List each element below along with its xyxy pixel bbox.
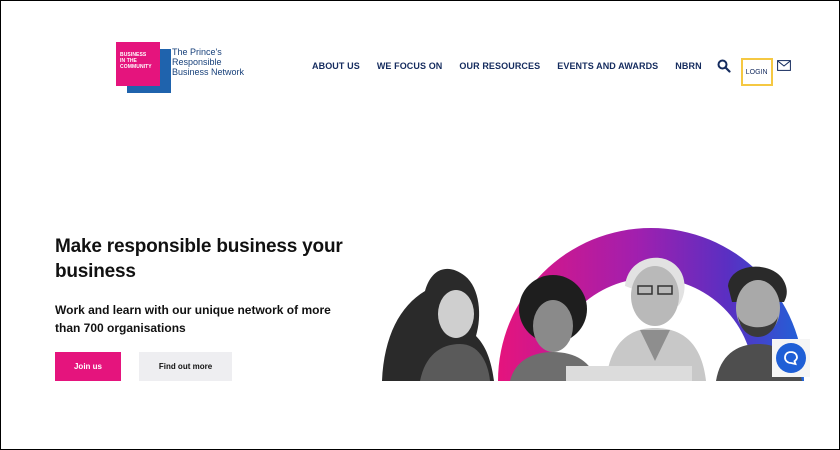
- logo-name: The Prince's Responsible Business Networ…: [172, 47, 244, 77]
- chat-button[interactable]: [776, 343, 806, 373]
- hero-subtitle: Work and learn with our unique network o…: [55, 303, 331, 335]
- hero-image: [382, 228, 804, 381]
- main-nav: ABOUT US WE FOCUS ON OUR RESOURCES EVENT…: [312, 56, 791, 86]
- nav-item-about-us[interactable]: ABOUT US: [312, 61, 360, 71]
- nav-item-our-resources[interactable]: OUR RESOURCES: [459, 61, 540, 71]
- search-icon[interactable]: [717, 59, 731, 73]
- logo-name-line-1: The Prince's: [172, 47, 222, 57]
- nav-item-nbrn[interactable]: NBRN: [675, 61, 701, 71]
- site-logo[interactable]: BUSINESS IN THE COMMUNITY The Prince's R…: [116, 42, 266, 94]
- join-us-button[interactable]: Join us: [55, 352, 121, 381]
- laptop: [566, 366, 692, 381]
- hero-title: Make responsible business your business: [55, 236, 343, 282]
- nav-item-we-focus-on[interactable]: WE FOCUS ON: [377, 61, 443, 71]
- logo-name-line-2: Responsible: [172, 57, 222, 67]
- nav-item-events-and-awards[interactable]: EVENTS AND AWARDS: [557, 61, 658, 71]
- login-button[interactable]: LOGIN: [740, 58, 773, 86]
- logo-square-line-3: COMMUNITY: [120, 64, 152, 70]
- person-left: [382, 268, 494, 381]
- find-out-more-button[interactable]: Find out more: [139, 352, 232, 381]
- chat-icon: [784, 351, 798, 366]
- logo-square-text: BUSINESS IN THE COMMUNITY: [120, 52, 152, 70]
- logo-square-pink: BUSINESS IN THE COMMUNITY: [116, 42, 160, 86]
- page: BUSINESS IN THE COMMUNITY The Prince's R…: [10, 1, 828, 393]
- mail-icon[interactable]: [776, 59, 791, 71]
- logo-name-line-3: Business Network: [172, 67, 245, 77]
- browser-frame: BUSINESS IN THE COMMUNITY The Prince's R…: [0, 0, 840, 450]
